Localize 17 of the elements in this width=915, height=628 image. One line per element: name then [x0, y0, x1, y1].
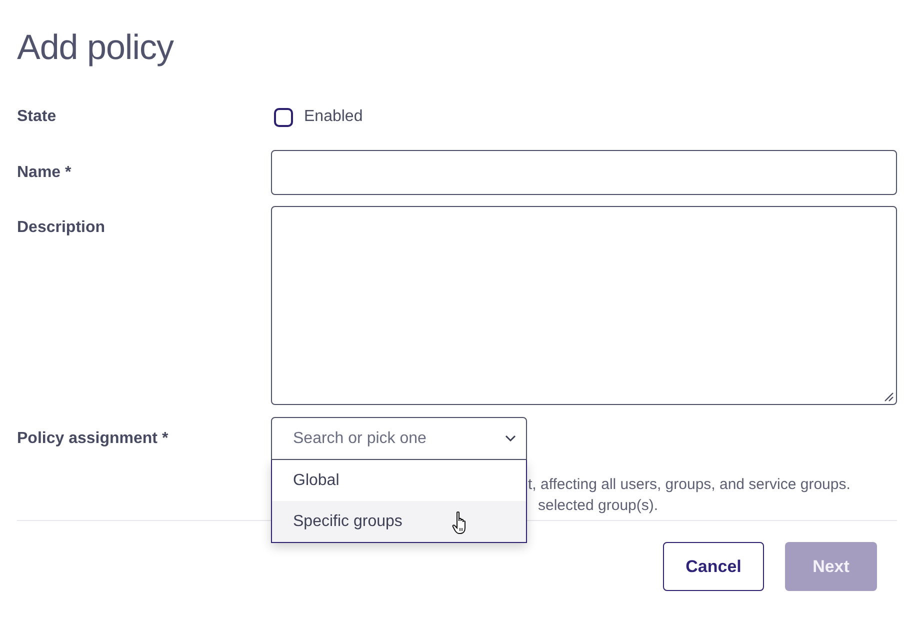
help-text: selected group(s). [538, 496, 658, 516]
field-label: State [17, 107, 56, 127]
resize-grip-icon[interactable] [884, 392, 894, 402]
checkbox-label[interactable]: Enabled [304, 107, 363, 127]
page-title: Add policy [17, 28, 174, 68]
dropdown-option[interactable]: Global [272, 460, 526, 501]
field-label: Description [17, 218, 106, 238]
field-label: Name * [17, 162, 72, 182]
field-label: Policy assignment * [17, 429, 168, 449]
hand-cursor-icon [452, 511, 468, 535]
dropdown-option[interactable]: Specific groups [272, 501, 526, 542]
help-text: t, affecting all users, groups, and service groups. [528, 475, 850, 495]
checkbox[interactable] [274, 108, 293, 126]
select-field[interactable]: Search or pick one [271, 417, 527, 460]
text-input[interactable] [271, 150, 897, 195]
chevron-down-icon [505, 435, 516, 442]
cancel-button[interactable]: Cancel [663, 542, 764, 591]
